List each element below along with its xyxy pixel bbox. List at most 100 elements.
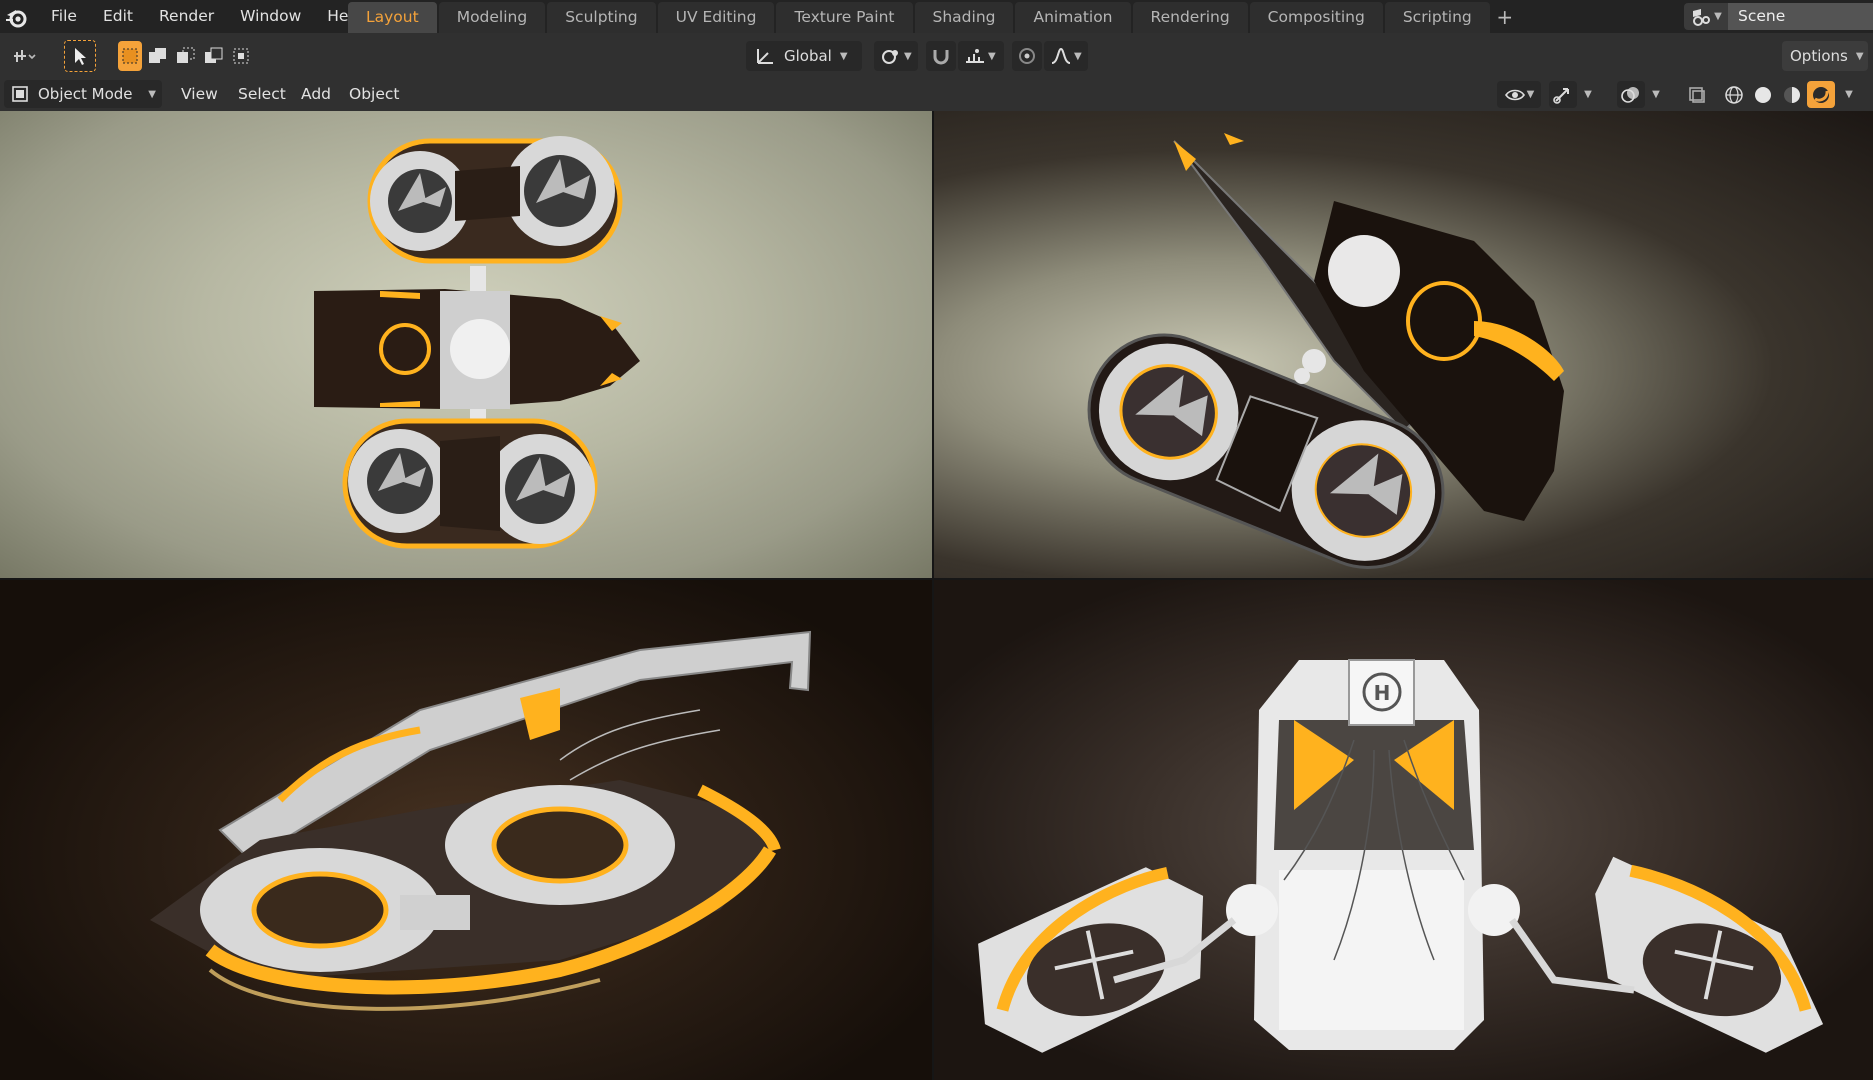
scene-name-field[interactable]: Scene	[1728, 3, 1873, 30]
drone-render-perspective-view	[1087, 133, 1564, 569]
solid-icon	[1755, 86, 1771, 103]
tab-scripting[interactable]: Scripting	[1384, 2, 1490, 33]
pivot-icon	[14, 50, 36, 62]
proportional-falloff-dropdown[interactable]: ▼	[1044, 41, 1088, 71]
orientation-icon	[757, 49, 773, 64]
cursor-select-icon	[75, 48, 86, 65]
viewport-bottom-left[interactable]	[0, 580, 932, 1080]
tool-header: Global ▼ ▼ ▼ ▼ Options ▼	[0, 33, 1873, 78]
chevron-down-icon: ▼	[1584, 89, 1592, 100]
wireframe-icon	[1725, 85, 1743, 104]
pivot-dropdown[interactable]	[4, 41, 44, 71]
snap-target-dropdown[interactable]: ▼	[958, 41, 1004, 71]
scene-icon	[1693, 8, 1711, 26]
xray-icon	[1689, 86, 1705, 103]
pivot-point-dropdown[interactable]: ▼	[874, 41, 918, 71]
blender-logo-icon[interactable]	[4, 4, 30, 30]
overlays-dropdown[interactable]: ▼	[1647, 81, 1665, 108]
pivot-point-icon	[882, 50, 898, 64]
menu-object[interactable]: Object	[349, 78, 399, 111]
tab-sculpting[interactable]: Sculpting	[547, 2, 656, 33]
shading-wireframe-button[interactable]	[1720, 81, 1748, 108]
select-mode-invert-button[interactable]	[202, 41, 226, 71]
snap-toggle[interactable]	[926, 41, 956, 71]
options-label: Options	[1790, 47, 1848, 65]
object-mode-dropdown[interactable]: Object Mode ▼	[4, 80, 162, 108]
svg-text:H: H	[1374, 681, 1391, 705]
viewport-header: Object Mode ▼ View Select Add Object ▼ ▼…	[0, 78, 1873, 111]
viewport-bottom-right[interactable]: H	[934, 580, 1873, 1080]
transform-orientation-dropdown[interactable]: Global ▼	[746, 41, 862, 71]
menu-render[interactable]: Render	[146, 0, 227, 33]
select-mode-new-button[interactable]	[118, 41, 142, 71]
tab-rendering[interactable]: Rendering	[1132, 2, 1248, 33]
tab-texture-paint[interactable]: Texture Paint	[776, 2, 913, 33]
select-new-icon	[122, 48, 138, 64]
tab-animation[interactable]: Animation	[1015, 2, 1131, 33]
tab-uv-editing[interactable]: UV Editing	[657, 2, 775, 33]
menu-edit[interactable]: Edit	[90, 0, 146, 33]
material-icon	[1784, 86, 1800, 103]
chevron-down-icon: ▼	[1714, 11, 1722, 22]
overlays-icon	[1621, 86, 1639, 103]
shading-rendered-button[interactable]	[1807, 81, 1835, 108]
magnet-icon	[933, 50, 949, 65]
select-mode-extend-button[interactable]	[146, 41, 170, 71]
viewport-top-left[interactable]	[0, 111, 932, 578]
select-mode-subtract-button[interactable]	[174, 41, 198, 71]
select-extend-icon	[149, 48, 166, 63]
chevron-down-icon: ▼	[988, 50, 996, 62]
overlays-toggle[interactable]	[1617, 81, 1645, 108]
gizmo-icon	[1553, 87, 1569, 104]
drone-render-side-view	[150, 630, 812, 1011]
transform-orientation-value: Global	[784, 47, 832, 65]
chevron-down-icon: ▼	[1845, 89, 1853, 100]
chevron-down-icon: ▼	[1855, 50, 1864, 62]
proportional-edit-toggle[interactable]	[1012, 41, 1042, 71]
menu-view[interactable]: View	[181, 78, 218, 111]
chevron-down-icon: ▼	[839, 50, 848, 62]
chevron-down-icon: ▼	[1074, 50, 1082, 62]
gizmo-dropdown[interactable]: ▼	[1579, 81, 1597, 108]
falloff-curve-icon	[1051, 47, 1071, 64]
tab-modeling[interactable]: Modeling	[438, 2, 546, 33]
viewport-divider-vertical[interactable]	[932, 111, 934, 1080]
menu-window[interactable]: Window	[227, 0, 314, 33]
tab-layout[interactable]: Layout	[348, 2, 437, 33]
select-tool-button[interactable]	[64, 40, 96, 72]
gizmo-toggle[interactable]	[1549, 81, 1577, 108]
workspace-tabs: Layout Modeling Sculpting UV Editing Tex…	[348, 2, 1518, 33]
drone-render-front-view: H	[978, 659, 1824, 1053]
tab-shading[interactable]: Shading	[914, 2, 1014, 33]
visibility-dropdown[interactable]: ▼	[1497, 81, 1541, 108]
menu-add[interactable]: Add	[301, 78, 331, 111]
select-intersect-icon	[233, 48, 249, 64]
menu-select[interactable]: Select	[238, 78, 286, 111]
chevron-down-icon: ▼	[1652, 89, 1660, 100]
xray-toggle[interactable]	[1683, 81, 1711, 108]
tab-compositing[interactable]: Compositing	[1249, 2, 1383, 33]
object-mode-value: Object Mode	[38, 85, 133, 103]
chevron-down-icon: ▼	[904, 50, 912, 62]
viewport-top-right[interactable]	[934, 111, 1873, 578]
top-menu-bar: File Edit Render Window Help Layout Mode…	[0, 0, 1873, 33]
viewport-divider-horizontal[interactable]	[0, 578, 1873, 580]
add-workspace-button[interactable]: +	[1492, 2, 1518, 33]
shading-solid-button[interactable]	[1749, 81, 1777, 108]
snap-increment-icon	[966, 49, 984, 63]
drone-render-top-view	[314, 136, 640, 549]
select-invert-icon	[205, 47, 223, 63]
scene-browse-button[interactable]: ▼	[1684, 3, 1728, 30]
select-mode-intersect-button[interactable]	[230, 41, 254, 71]
shading-dropdown[interactable]: ▼	[1838, 81, 1860, 108]
select-subtract-icon	[177, 47, 195, 63]
proportional-edit-icon	[1019, 48, 1035, 64]
shading-material-button[interactable]	[1778, 81, 1806, 108]
rendered-icon	[1813, 86, 1829, 103]
scene-selector: ▼ Scene	[1684, 3, 1873, 30]
eye-icon	[1504, 89, 1525, 100]
options-dropdown[interactable]: Options ▼	[1782, 41, 1868, 71]
menu-file[interactable]: File	[38, 0, 90, 33]
object-mode-icon	[12, 86, 28, 102]
chevron-down-icon: ▼	[148, 88, 156, 100]
